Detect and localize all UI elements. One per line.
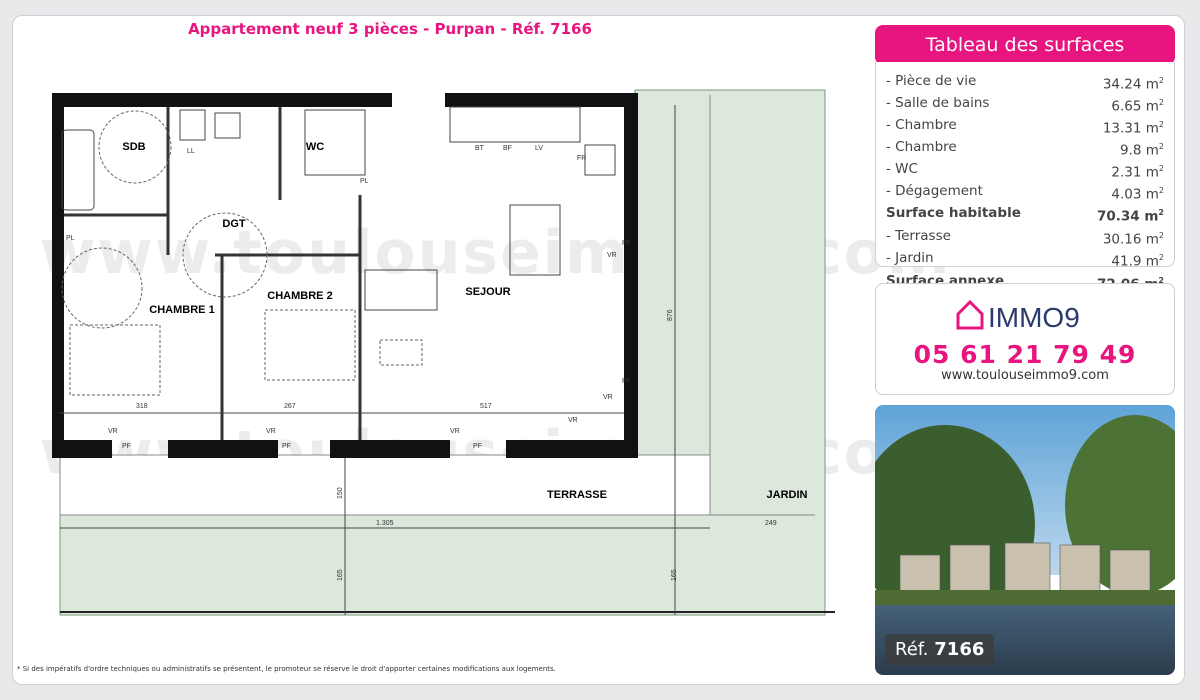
surface-row: - Pièce de vie 34.24 m2 [886, 73, 1164, 93]
website-link[interactable]: www.toulouseimmo9.com [876, 368, 1174, 383]
building-photo: Réf. 7166 [875, 405, 1175, 675]
house-icon [956, 299, 984, 330]
svg-text:165: 165 [671, 569, 678, 581]
svg-text:PF: PF [622, 378, 631, 385]
svg-text:PF: PF [282, 443, 291, 450]
terrace-area [59, 454, 711, 516]
phone-number[interactable]: 05 61 21 79 49 [876, 340, 1174, 369]
svg-text:PF: PF [122, 443, 131, 450]
svg-text:VR: VR [108, 428, 118, 435]
svg-text:VR: VR [568, 417, 578, 424]
surface-row: - Chambre 13.31 m2 [886, 116, 1164, 137]
svg-text:876: 876 [667, 309, 674, 321]
fixture-codes: LL PL PL BT BF LV FR PF PF PF PF PF VR V… [66, 145, 631, 450]
room-label-sejour: SEJOUR [465, 286, 510, 298]
immo9-logo: IMMO9 [956, 299, 1080, 333]
room-label-chambre2: CHAMBRE 2 [267, 290, 332, 302]
room-label-chambre1: CHAMBRE 1 [149, 304, 214, 316]
surfaces-table: - Pièce de vie 34.24 m2 - Salle de bains 6… [875, 62, 1175, 292]
floor-plan: SDB WC DGT CHAMBRE 1 CHAMBRE 2 SEJOUR TE… [52, 89, 835, 616]
room-label-sdb: SDB [122, 141, 145, 153]
svg-text:LL: LL [187, 148, 195, 155]
room-label-wc: WC [306, 141, 324, 153]
ref-badge: Réf. 7166 [885, 634, 995, 665]
svg-text:PL: PL [360, 178, 369, 185]
room-label-jardin: JARDIN [767, 489, 808, 501]
plan-title: Appartement neuf 3 pièces - Purpan - Réf… [188, 20, 592, 38]
surface-row: - Salle de bains 6.65 m2 [886, 94, 1164, 115]
fixtures [61, 106, 616, 311]
surface-row: - WC 2.31 m2 [886, 160, 1164, 181]
furniture [61, 110, 423, 396]
svg-text:LV: LV [535, 145, 543, 152]
logo-text: IMMO9 [988, 302, 1080, 333]
footnote: * Si des impératifs d'ordre techniques o… [17, 665, 556, 673]
svg-text:249: 249 [765, 520, 777, 527]
svg-text:FR: FR [577, 155, 586, 162]
surfaces-header: Tableau des surfaces [875, 25, 1175, 65]
room-label-dgt: DGT [222, 218, 246, 230]
interior-walls [64, 107, 362, 440]
svg-text:150: 150 [337, 487, 344, 499]
svg-text:VR: VR [603, 394, 613, 401]
surface-row: - Dégagement 4.03 m2 [886, 182, 1164, 203]
room-label-terrasse: TERRASSE [547, 489, 607, 501]
svg-text:165: 165 [337, 569, 344, 581]
svg-text:BT: BT [475, 145, 485, 152]
svg-text:318: 318 [136, 403, 148, 410]
svg-text:267: 267 [284, 403, 296, 410]
svg-text:1.305: 1.305 [376, 520, 394, 527]
surface-row: - Chambre 9.8 m2 [886, 138, 1164, 159]
svg-text:517: 517 [480, 403, 492, 410]
svg-text:VR: VR [450, 428, 460, 435]
surface-row: - Terrasse 30.16 m2 [886, 227, 1164, 248]
svg-text:PL: PL [66, 235, 75, 242]
contact-card: IMMO9 05 61 21 79 49 www.toulouseimmo9.c… [875, 283, 1175, 395]
surface-row: - Jardin 41.9 m2 [886, 249, 1164, 270]
svg-text:VR: VR [607, 252, 617, 259]
svg-text:BF: BF [503, 145, 512, 152]
surface-habitable-total: Surface habitable 70.34 m2 [886, 205, 1164, 225]
svg-text:PF: PF [473, 443, 482, 450]
svg-text:PF: PF [622, 240, 631, 247]
svg-text:VR: VR [266, 428, 276, 435]
